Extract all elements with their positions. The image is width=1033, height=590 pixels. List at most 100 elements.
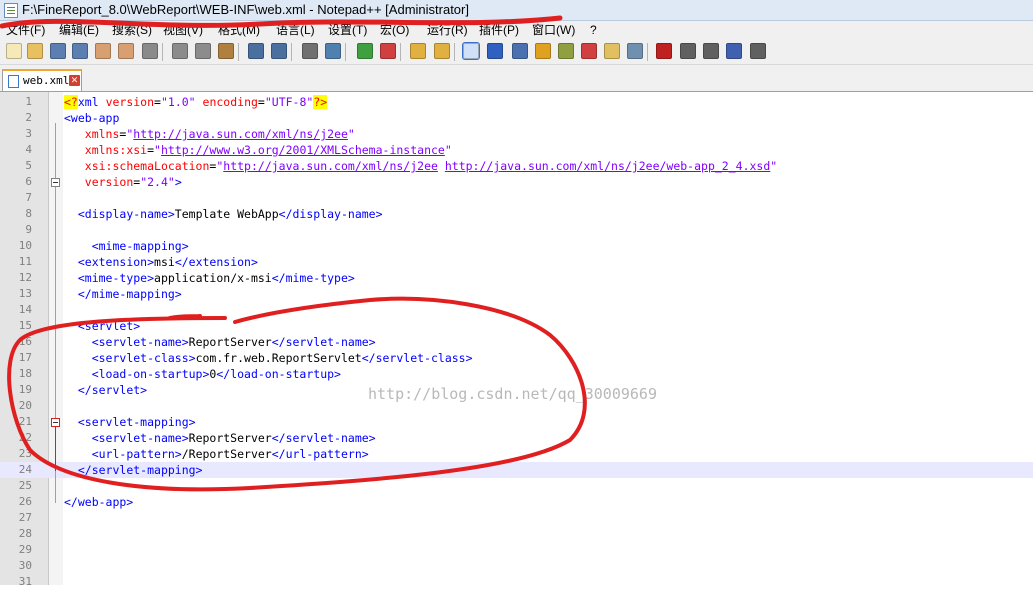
menu-item-9[interactable]: 插件(P) <box>479 21 519 40</box>
line-number: 31 <box>18 575 32 588</box>
editor-line[interactable]: 26 </web-app> <box>0 494 1033 510</box>
cut-icon[interactable] <box>172 43 188 59</box>
editor-line[interactable]: 13 </mime-mapping> <box>0 286 1033 302</box>
line-number: 17 <box>18 351 32 364</box>
close-all-icon[interactable] <box>118 43 134 59</box>
line-number: 30 <box>18 559 32 572</box>
editor-line[interactable]: 18 <load-on-startup>0</load-on-startup> <box>0 366 1033 382</box>
line-number: 21 <box>18 415 32 428</box>
editor-line[interactable]: 25 <box>0 478 1033 494</box>
window-title: F:\FineReport_8.0\WebReport\WEB-INF\web.… <box>22 2 469 17</box>
menu-item-6[interactable]: 设置(T) <box>328 21 367 40</box>
editor-line[interactable]: 8 <display-name>Template WebApp</display… <box>0 206 1033 222</box>
user-lang-icon[interactable] <box>535 43 551 59</box>
line-number: 13 <box>18 287 32 300</box>
code-text: <web-app <box>64 111 120 125</box>
code-editor[interactable]: 1 <?xml version="1.0" encoding="UTF-8"?> 2… <box>0 92 1033 588</box>
menu-item-10[interactable]: 窗口(W) <box>532 21 575 40</box>
editor-line[interactable]: 23 <url-pattern>/ReportServer</url-patte… <box>0 446 1033 462</box>
code-text: </servlet> <box>77 383 148 397</box>
fold-toggle-icon[interactable] <box>51 178 60 187</box>
function-list-icon[interactable] <box>581 43 597 59</box>
editor-line[interactable]: 2 <web-app <box>0 110 1033 126</box>
line-number: 1 <box>25 95 32 108</box>
editor-line[interactable]: 17 <servlet-class>com.fr.web.ReportServl… <box>0 350 1033 366</box>
menu-item-8[interactable]: 运行(R) <box>427 21 468 40</box>
menu-item-5[interactable]: 语言(L) <box>276 21 315 40</box>
zoom-in-icon[interactable] <box>357 43 373 59</box>
menu-item-11[interactable]: ? <box>590 21 597 40</box>
line-number: 10 <box>18 239 32 252</box>
editor-line[interactable]: 24 </servlet-mapping> <box>0 462 1033 478</box>
menu-item-1[interactable]: 编辑(E) <box>59 21 99 40</box>
editor-line[interactable]: 1 <?xml version="1.0" encoding="UTF-8"?> <box>0 94 1033 110</box>
monitor-icon[interactable] <box>627 43 643 59</box>
editor-line[interactable]: 4 xmlns:xsi="http://www.w3.org/2001/XMLS… <box>0 142 1033 158</box>
editor-line[interactable]: 30 <box>0 558 1033 574</box>
save-all-icon[interactable] <box>72 43 88 59</box>
line-number: 4 <box>25 143 32 156</box>
line-number: 20 <box>18 399 32 412</box>
close-tab-icon[interactable]: ✕ <box>69 75 80 86</box>
menu-item-4[interactable]: 格式(M) <box>218 21 260 40</box>
editor-line[interactable]: 27 <box>0 510 1033 526</box>
print-icon[interactable] <box>142 43 158 59</box>
editor-line[interactable]: 28 <box>0 526 1033 542</box>
menu-item-3[interactable]: 视图(V) <box>163 21 203 40</box>
zoom-out-icon[interactable] <box>380 43 396 59</box>
line-number: 28 <box>18 527 32 540</box>
editor-line[interactable]: 22 <servlet-name>ReportServer</servlet-n… <box>0 430 1033 446</box>
close-icon[interactable] <box>95 43 111 59</box>
editor-line[interactable]: 15 <servlet> <box>0 318 1033 334</box>
editor-line[interactable]: 11 <extension>msi</extension> <box>0 254 1033 270</box>
editor-line[interactable]: 9 <box>0 222 1033 238</box>
line-number: 8 <box>25 207 32 220</box>
editor-line[interactable]: 16 <servlet-name>ReportServer</servlet-n… <box>0 334 1033 350</box>
word-wrap-icon[interactable] <box>462 42 480 60</box>
record-macro-icon[interactable] <box>656 43 672 59</box>
paste-icon[interactable] <box>218 43 234 59</box>
code-text: xmlns:xsi="http://www.w3.org/2001/XMLSch… <box>84 143 452 157</box>
editor-line[interactable]: 7 <box>0 190 1033 206</box>
new-icon[interactable] <box>6 43 22 59</box>
redo-icon[interactable] <box>271 43 287 59</box>
show-all-chars-icon[interactable] <box>487 43 503 59</box>
copy-icon[interactable] <box>195 43 211 59</box>
fold-toggle-icon[interactable] <box>51 418 60 427</box>
menu-item-2[interactable]: 搜索(S) <box>112 21 152 40</box>
open-icon[interactable] <box>27 43 43 59</box>
indent-guide-icon[interactable] <box>512 43 528 59</box>
editor-line[interactable]: 21 <servlet-mapping> <box>0 414 1033 430</box>
code-text: </web-app> <box>64 495 134 509</box>
editor-line[interactable]: 12 <mime-type>application/x-msi</mime-ty… <box>0 270 1033 286</box>
doc-map-icon[interactable] <box>558 43 574 59</box>
tab-label: web.xml <box>23 74 70 87</box>
line-number: 18 <box>18 367 32 380</box>
code-text: <servlet-mapping> <box>77 415 196 429</box>
editor-line[interactable]: 14 <box>0 302 1033 318</box>
line-number: 25 <box>18 479 32 492</box>
play-macro-icon[interactable] <box>703 43 719 59</box>
menu-item-7[interactable]: 宏(O) <box>380 21 409 40</box>
tab-web-xml[interactable]: web.xml ✕ <box>2 69 82 91</box>
editor-line[interactable]: 10 <mime-mapping> <box>0 238 1033 254</box>
sync-vertical-icon[interactable] <box>410 43 426 59</box>
editor-line[interactable]: 5 xsi:schemaLocation="http://java.sun.co… <box>0 158 1033 174</box>
line-number: 3 <box>25 127 32 140</box>
find-icon[interactable] <box>302 43 318 59</box>
sync-horizontal-icon[interactable] <box>434 43 450 59</box>
folder-icon[interactable] <box>604 43 620 59</box>
undo-icon[interactable] <box>248 43 264 59</box>
replace-icon[interactable] <box>325 43 341 59</box>
save-macro-icon[interactable] <box>750 43 766 59</box>
xml-file-icon <box>8 75 19 88</box>
editor-line[interactable]: 31 <box>0 574 1033 590</box>
stop-macro-icon[interactable] <box>680 43 696 59</box>
editor-line[interactable]: 3 xmlns="http://java.sun.com/xml/ns/j2ee… <box>0 126 1033 142</box>
menu-item-0[interactable]: 文件(F) <box>6 21 45 40</box>
toolbar-separator <box>647 43 648 61</box>
save-icon[interactable] <box>50 43 66 59</box>
editor-line[interactable]: 6 version="2.4"> <box>0 174 1033 190</box>
editor-line[interactable]: 29 <box>0 542 1033 558</box>
run-macro-multiple-icon[interactable] <box>726 43 742 59</box>
